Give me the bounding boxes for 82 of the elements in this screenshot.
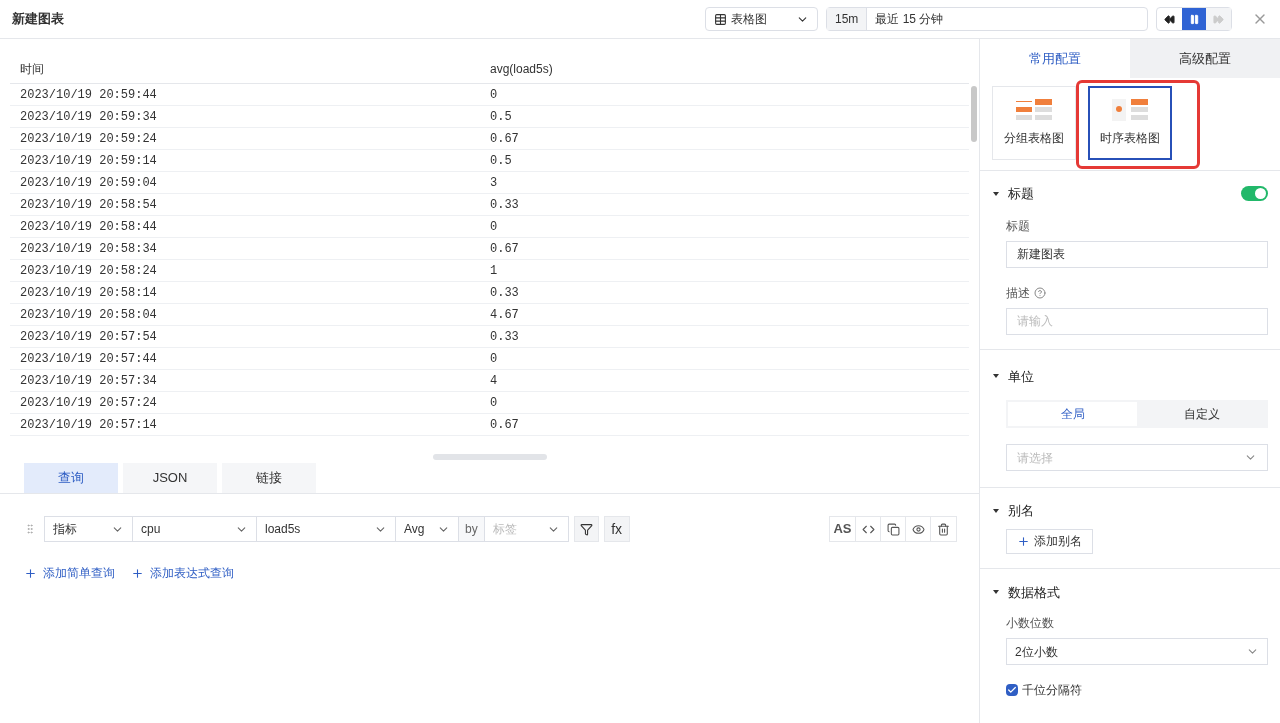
window-title: 新建图表 [12, 10, 64, 29]
plus-icon [131, 566, 144, 580]
table-cell-text: 2023/10/19 20:59:34 [19, 108, 158, 126]
column-header: 时间 [19, 61, 45, 78]
table-cell-text: 2023/10/19 20:58:04 [19, 306, 158, 324]
section-heading[interactable]: 单位 [1008, 366, 1034, 386]
copy-icon [886, 522, 900, 536]
section-heading[interactable]: 别名 [1008, 501, 1034, 521]
pause-button[interactable] [1182, 8, 1206, 30]
column-header: avg(load5s) [489, 61, 554, 78]
query-tab[interactable]: 链接 [222, 463, 316, 493]
plus-icon [1017, 534, 1030, 548]
trash-icon [937, 522, 950, 536]
table-cell-text: 0.67 [489, 130, 520, 148]
checkbox-label: 千位分隔符 [1022, 682, 1082, 699]
table-cell-text: 0.67 [489, 416, 520, 434]
table-cell-text: 2023/10/19 20:57:24 [19, 394, 158, 412]
caret-icon [992, 189, 1000, 198]
table-cell-text: 0.33 [489, 284, 520, 302]
title-input-field[interactable]: 新建图表 [1006, 240, 1268, 268]
section-heading[interactable]: 数据格式 [1008, 582, 1060, 602]
query-tab[interactable]: 查询 [24, 463, 118, 493]
table-cell-text: 2023/10/19 20:57:44 [19, 350, 158, 368]
table-cell-text: 0 [489, 86, 499, 104]
table-chart-icon [1016, 99, 1052, 121]
table-cell-text: 0.33 [489, 328, 520, 346]
table-cell-text: 0 [489, 218, 499, 236]
table-cell-text: 0 [489, 394, 499, 412]
decimal-select[interactable]: 2位小数 [1006, 638, 1268, 665]
resize-handle[interactable] [432, 454, 547, 460]
table-cell-text: 0 [489, 350, 499, 368]
field-label: 小数位数 [1006, 615, 1055, 632]
chart-type-card[interactable]: 分组表格图 [992, 86, 1076, 160]
table-cell-text: 2023/10/19 20:58:34 [19, 240, 158, 258]
config-tab[interactable]: 高级配置 [1130, 39, 1280, 78]
table-cell-text: 2023/10/19 20:58:54 [19, 196, 158, 214]
filter-button[interactable] [573, 516, 599, 542]
toggle-switch[interactable] [1241, 186, 1268, 202]
eye-icon [911, 522, 925, 536]
unit-option[interactable]: 全局 [1008, 402, 1137, 426]
table-cell-text: 0.5 [489, 108, 513, 126]
table-cell-text: 0.33 [489, 196, 520, 214]
table-cell-text: 1 [489, 262, 499, 280]
table-cell-text: 2023/10/19 20:57:54 [19, 328, 158, 346]
add-query-link[interactable]: 添加表达式查询 [131, 564, 234, 582]
table-cell-text: 2023/10/19 20:59:24 [19, 130, 158, 148]
rewind-icon [1164, 13, 1175, 25]
caret-icon [992, 506, 1000, 515]
plus-icon [24, 566, 37, 580]
table-cell-text: 2023/10/19 20:59:44 [19, 86, 158, 104]
table-cell-text: 0.67 [489, 240, 520, 258]
checkbox[interactable] [1006, 684, 1018, 696]
chart-type-select[interactable]: 表格图 [705, 7, 818, 31]
table-cell-text: 2023/10/19 20:57:14 [19, 416, 158, 434]
table-icon [714, 12, 727, 26]
table-cell-text: 3 [489, 174, 499, 192]
table-cell-text: 0.5 [489, 152, 513, 170]
table-cell-text: 2023/10/19 20:58:24 [19, 262, 158, 280]
fast-forward-icon [1213, 13, 1224, 25]
table-cell-text: 2023/10/19 20:59:04 [19, 174, 158, 192]
add-alias-button[interactable]: 添加别名 [1006, 528, 1093, 554]
filter-icon [579, 522, 593, 536]
unit-option[interactable]: 自定义 [1137, 402, 1266, 426]
scrollbar-thumb[interactable] [971, 86, 977, 142]
function-button[interactable]: fx [603, 516, 630, 542]
table-cell-text: 2023/10/19 20:57:34 [19, 372, 158, 390]
table-cell-text: 2023/10/19 20:58:44 [19, 218, 158, 236]
help-icon[interactable] [1034, 286, 1046, 299]
section-heading[interactable]: 标题 [1008, 184, 1034, 204]
table-cell-text: 2023/10/19 20:59:14 [19, 152, 158, 170]
query-tab[interactable]: JSON [123, 463, 217, 493]
field-label: 描述 [1006, 284, 1030, 302]
pause-icon [1188, 13, 1200, 25]
field-label: 标题 [1006, 217, 1031, 235]
chart-type-card[interactable]: 时序表格图 [1088, 86, 1172, 160]
alias-button[interactable]: AS [830, 517, 856, 541]
drag-handle-icon[interactable] [24, 523, 36, 535]
table-cell-text: 4 [489, 372, 499, 390]
table-cell-text: 2023/10/19 20:58:14 [19, 284, 158, 302]
add-query-link[interactable]: 添加简单查询 [24, 564, 115, 582]
table-cell-text: 4.67 [489, 306, 520, 324]
table-chart-icon [1112, 99, 1148, 121]
